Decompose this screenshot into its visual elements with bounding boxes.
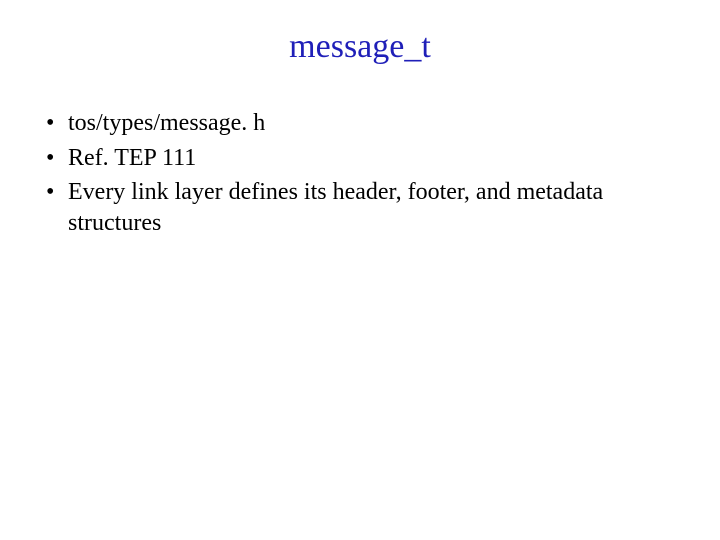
list-item: Ref. TEP 111: [40, 143, 680, 174]
slide-container: message_t tos/types/message. h Ref. TEP …: [0, 0, 720, 540]
slide-title: message_t: [40, 28, 680, 66]
list-item: tos/types/message. h: [40, 108, 680, 139]
list-item: Every link layer defines its header, foo…: [40, 177, 680, 238]
bullet-list: tos/types/message. h Ref. TEP 111 Every …: [40, 108, 680, 239]
